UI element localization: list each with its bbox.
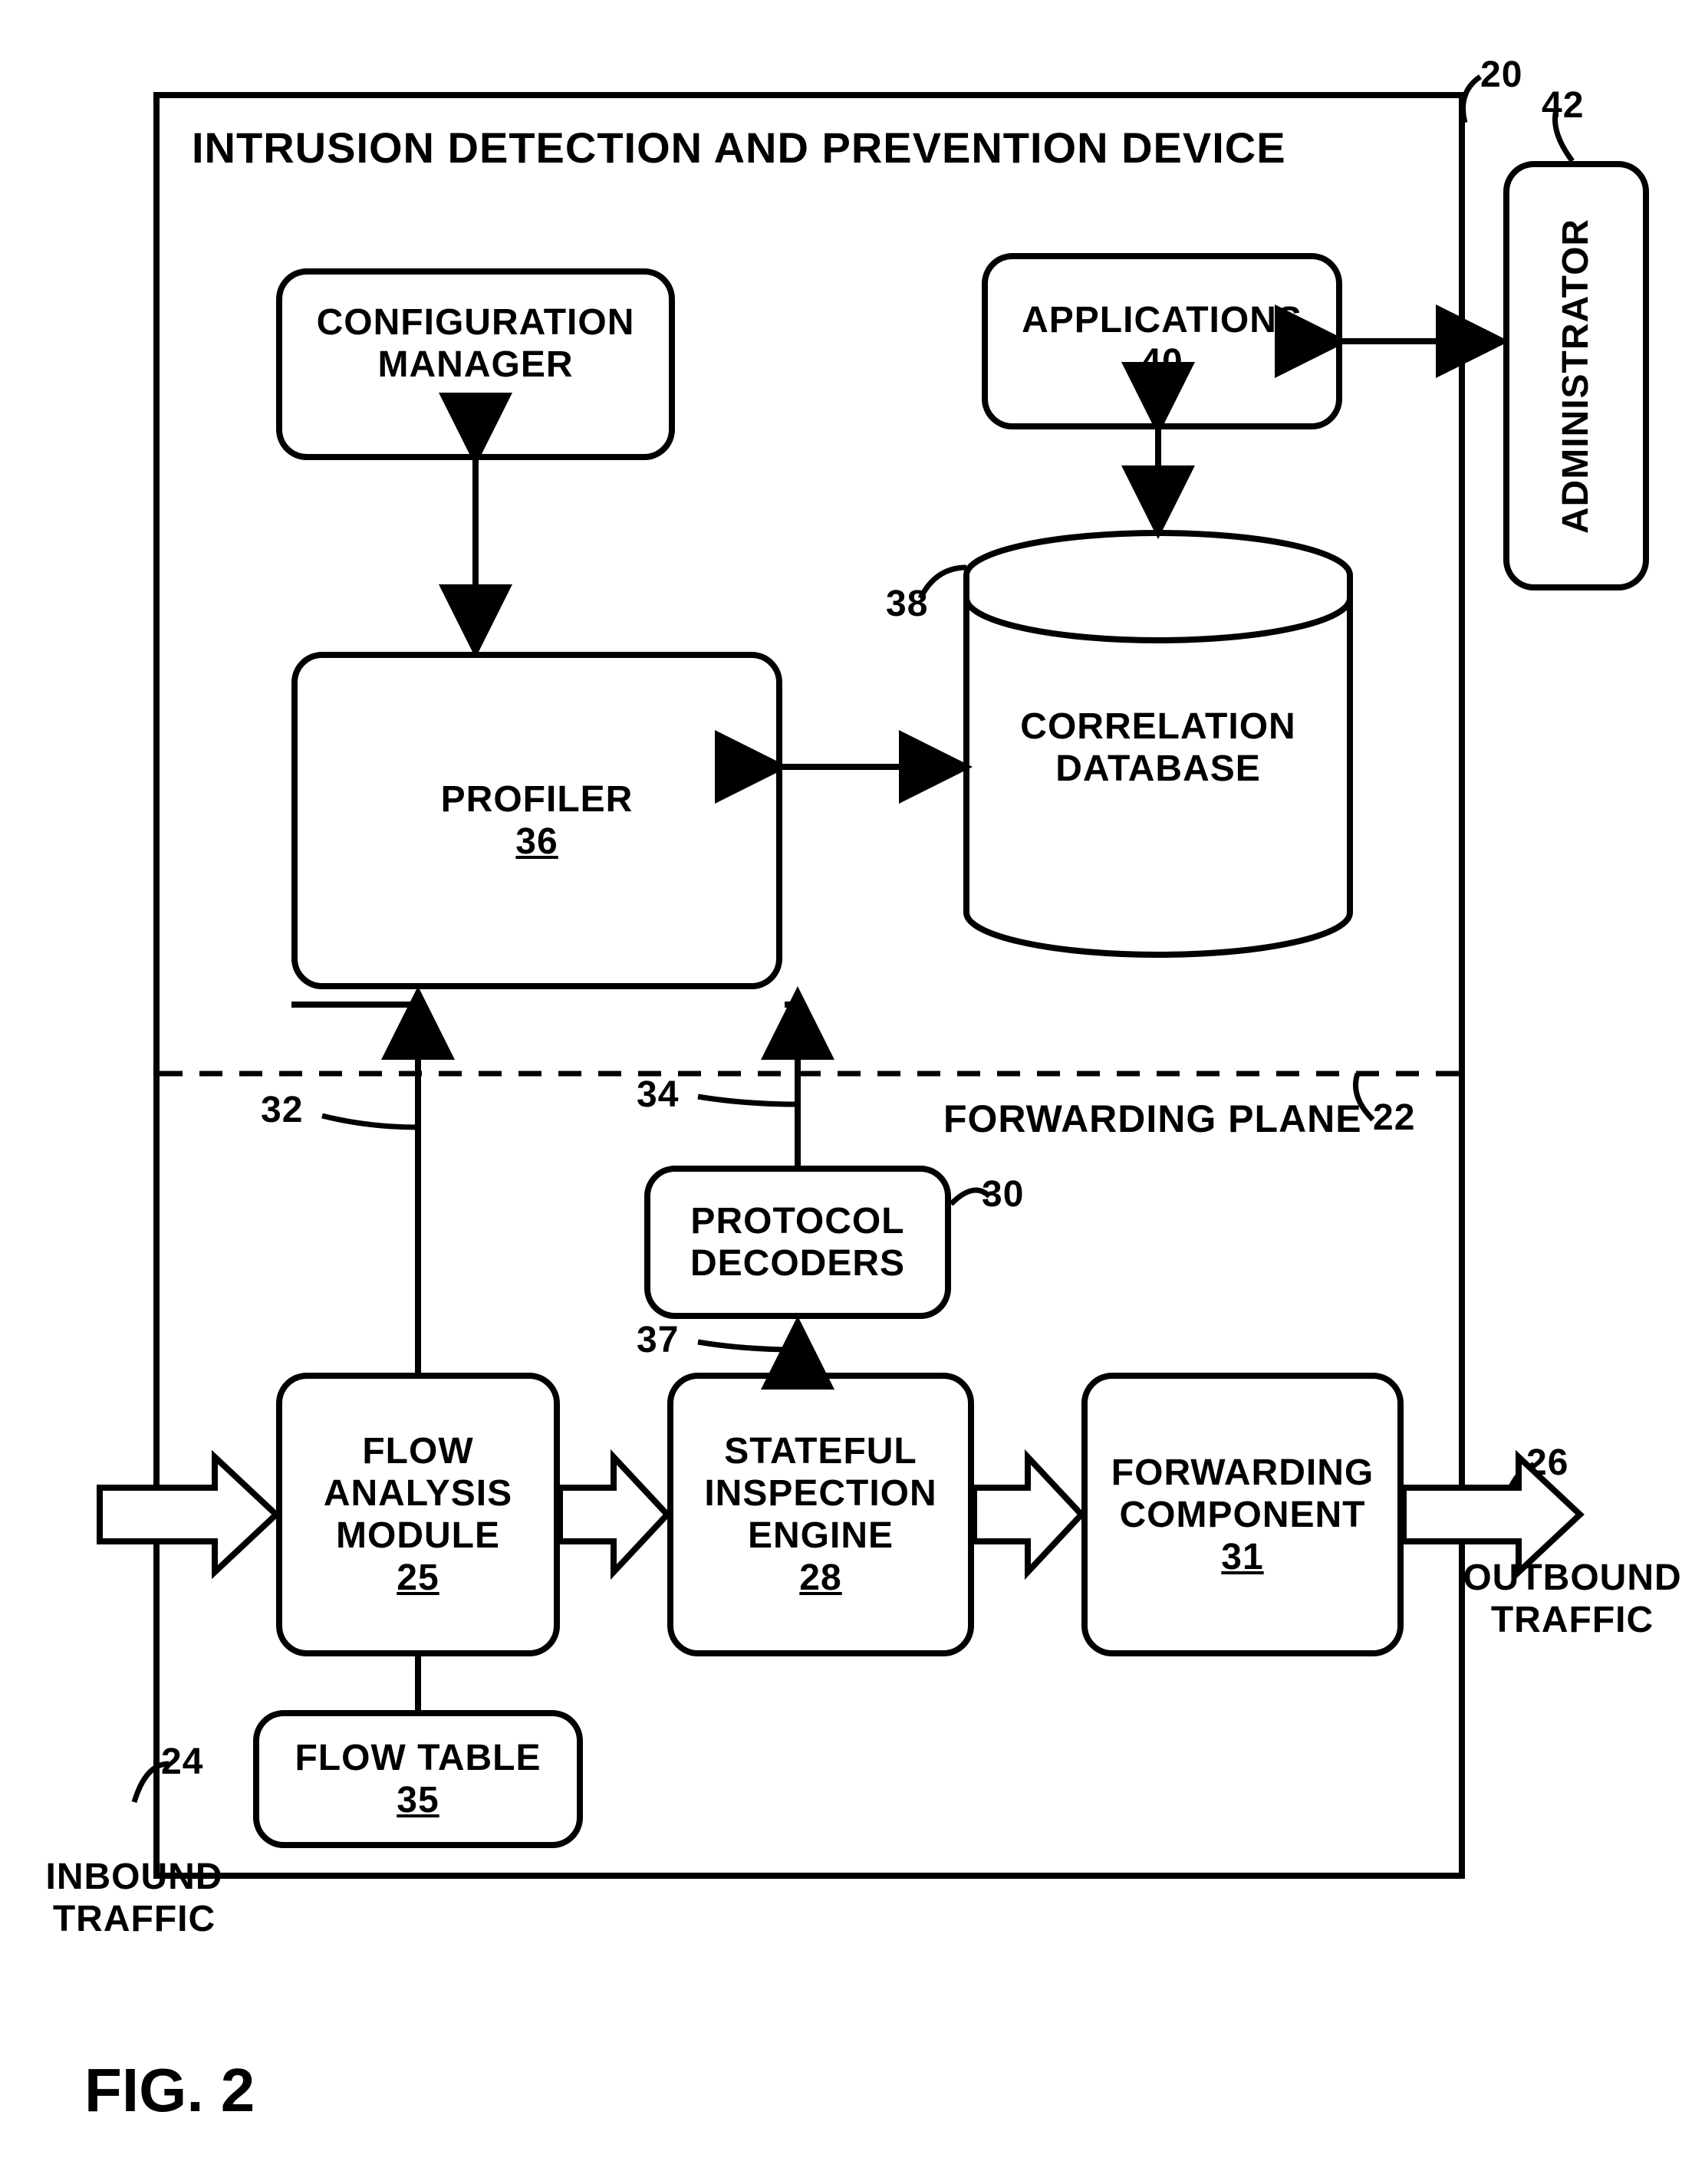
- ref-37: 37: [637, 1319, 679, 1361]
- config-manager-num: 44: [454, 386, 496, 428]
- flow-analysis-label: FLOW ANALYSIS MODULE: [324, 1430, 512, 1557]
- flow-analysis-num: 25: [397, 1557, 439, 1599]
- forwarding-component-label: FORWARDING COMPONENT: [1111, 1452, 1374, 1536]
- forwarding-plane-label: FORWARDING PLANE: [943, 1097, 1362, 1141]
- profiler-node: PROFILER 36: [291, 652, 782, 989]
- ref-32: 32: [261, 1089, 303, 1131]
- ref-20: 20: [1480, 54, 1522, 96]
- ref-38: 38: [886, 583, 928, 625]
- flow-table-label: FLOW TABLE: [295, 1737, 541, 1779]
- ref-24: 24: [161, 1741, 203, 1783]
- protocol-decoders-label: PROTOCOL DECODERS: [690, 1200, 905, 1284]
- applications-num: 40: [1141, 341, 1183, 383]
- ref-34: 34: [637, 1074, 679, 1116]
- flow-analysis-node: FLOW ANALYSIS MODULE 25: [276, 1373, 560, 1656]
- device-title: INTRUSION DETECTION AND PREVENTION DEVIC…: [192, 123, 1286, 173]
- stateful-engine-label: STATEFUL INSPECTION ENGINE: [704, 1430, 936, 1557]
- ref-42: 42: [1542, 84, 1584, 127]
- figure-label: FIG. 2: [84, 2055, 255, 2126]
- config-manager-label: CONFIGURATION MANAGER: [317, 301, 635, 386]
- applications-label: APPLICATIONS: [1022, 299, 1302, 341]
- ref-30: 30: [982, 1173, 1024, 1215]
- inbound-label: INBOUND TRAFFIC: [35, 1856, 234, 1940]
- administrator-node: ADMINISTRATOR: [1503, 161, 1649, 590]
- stateful-engine-node: STATEFUL INSPECTION ENGINE 28: [667, 1373, 974, 1656]
- flow-table-num: 35: [397, 1779, 439, 1821]
- ref-22: 22: [1373, 1097, 1415, 1139]
- outbound-label: OUTBOUND TRAFFIC: [1457, 1557, 1682, 1641]
- protocol-decoders-node: PROTOCOL DECODERS: [644, 1166, 951, 1319]
- correlation-db-label: CORRELATION DATABASE: [1005, 706, 1312, 790]
- profiler-num: 36: [515, 821, 558, 863]
- ref-26: 26: [1526, 1442, 1568, 1484]
- profiler-label: PROFILER: [441, 778, 634, 821]
- forwarding-component-num: 31: [1221, 1536, 1263, 1578]
- forwarding-component-node: FORWARDING COMPONENT 31: [1081, 1373, 1404, 1656]
- stateful-engine-num: 28: [799, 1557, 841, 1599]
- flow-table-node: FLOW TABLE 35: [253, 1710, 583, 1848]
- applications-node: APPLICATIONS 40: [982, 253, 1342, 429]
- administrator-label: ADMINISTRATOR: [1555, 218, 1598, 533]
- config-manager-node: CONFIGURATION MANAGER 44: [276, 268, 675, 460]
